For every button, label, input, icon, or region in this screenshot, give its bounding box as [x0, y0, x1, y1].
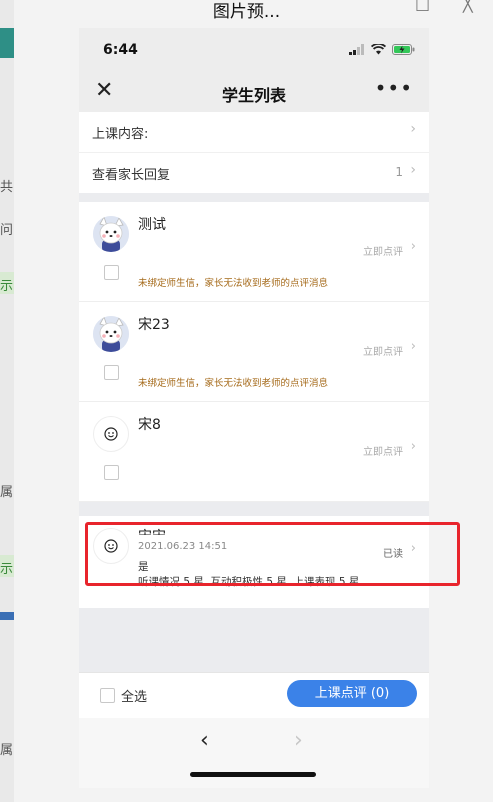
home-indicator [190, 772, 316, 777]
chevron-right-icon: › [410, 541, 416, 556]
smiley-avatar [93, 528, 129, 564]
review-now-link[interactable]: 立即点评 [363, 243, 403, 258]
select-all-label[interactable]: 全选 [121, 686, 147, 705]
teal-block [0, 28, 14, 58]
student-checkbox[interactable] [104, 365, 119, 380]
phone-screenshot: 6:44 ✕ 学生列表 ••• 上课内容: › 查看家长回复 1 › 测试 立即… [79, 28, 429, 788]
dog-avatar-icon [93, 316, 129, 352]
more-icon[interactable]: ••• [375, 76, 413, 100]
student-name: 宋8 [138, 417, 161, 433]
status-time: 6:44 [103, 42, 138, 58]
reply-count: 1 [395, 165, 403, 179]
dog-avatar [93, 316, 129, 352]
forward-arrow-icon[interactable]: › [294, 728, 303, 753]
student-name: 宋23 [138, 317, 170, 333]
row-parent-replies[interactable]: 查看家长回复 1 › [79, 153, 429, 193]
strip-text: 示 [0, 562, 14, 577]
dog-avatar-icon [93, 216, 129, 252]
unbound-warning: 未绑定师生信，家长无法收到老师的点评消息 [138, 378, 329, 389]
student-card[interactable]: 宋8 立即点评 › [79, 402, 429, 502]
dog-avatar [93, 216, 129, 252]
signal-icon [349, 44, 364, 55]
strip-text: 属 [0, 485, 14, 500]
review-comment: 是 [138, 561, 149, 573]
student-name: 宋宋 [138, 526, 166, 535]
student-checkbox[interactable] [104, 265, 119, 280]
chevron-right-icon: › [410, 439, 416, 454]
review-date: 2021.06.23 14:51 [138, 541, 228, 552]
back-arrow-icon[interactable]: ‹ [200, 728, 209, 753]
status-icons [349, 44, 415, 55]
review-now-link[interactable]: 立即点评 [363, 343, 403, 358]
status-bar: 6:44 [79, 28, 429, 72]
bottom-action-bar: 全选 上课点评 (0) [79, 672, 429, 718]
smiley-icon [104, 539, 118, 553]
row-label: 查看家长回复 [92, 168, 171, 183]
battery-icon [392, 44, 415, 55]
strip-text: 属 [0, 743, 14, 758]
wifi-icon [371, 44, 386, 55]
strip-text: 示 [0, 279, 14, 294]
read-status: 已读 [383, 549, 403, 560]
blue-block [0, 612, 14, 620]
student-card[interactable]: 宋23 立即点评 › 未绑定师生信，家长无法收到老师的点评消息 [79, 302, 429, 402]
review-now-link[interactable]: 立即点评 [363, 443, 403, 458]
strip-text: 问 [0, 223, 14, 238]
student-checkbox[interactable] [104, 465, 119, 480]
class-review-button[interactable]: 上课点评 (0) [287, 680, 417, 707]
browser-toolbar: ‹ › [79, 718, 429, 788]
student-name: 测试 [138, 217, 166, 233]
review-ratings: 听课情况 5 星, 互动积极性 5 星, 上课表现 5 星 [138, 576, 360, 588]
close-window-icon[interactable]: ╳ [463, 0, 473, 13]
smiley-avatar [93, 416, 129, 452]
chevron-right-icon: › [410, 121, 416, 137]
smiley-icon [104, 427, 118, 441]
student-card[interactable]: 测试 立即点评 › 未绑定师生信，家长无法收到老师的点评消息 [79, 202, 429, 302]
reviewed-student-card[interactable]: 宋宋 2021.06.23 14:51 已读 › 是 听课情况 5 星, 互动积… [79, 516, 429, 608]
minimize-icon[interactable]: □ [415, 0, 430, 13]
background-app-strip: 共 问 示 属 示 属 [0, 0, 14, 802]
chevron-right-icon: › [410, 339, 416, 354]
student-list-content: 上课内容: › 查看家长回复 1 › 测试 立即点评 › 未绑定师生信，家长无法… [79, 112, 429, 672]
unbound-warning: 未绑定师生信，家长无法收到老师的点评消息 [138, 278, 329, 289]
row-label: 上课内容: [92, 127, 149, 142]
strip-text: 共 [0, 180, 14, 195]
chevron-right-icon: › [410, 162, 416, 178]
nav-bar: ✕ 学生列表 ••• [79, 72, 429, 112]
select-all-checkbox[interactable] [100, 688, 115, 703]
row-class-content[interactable]: 上课内容: › [79, 112, 429, 153]
chevron-right-icon: › [410, 239, 416, 254]
